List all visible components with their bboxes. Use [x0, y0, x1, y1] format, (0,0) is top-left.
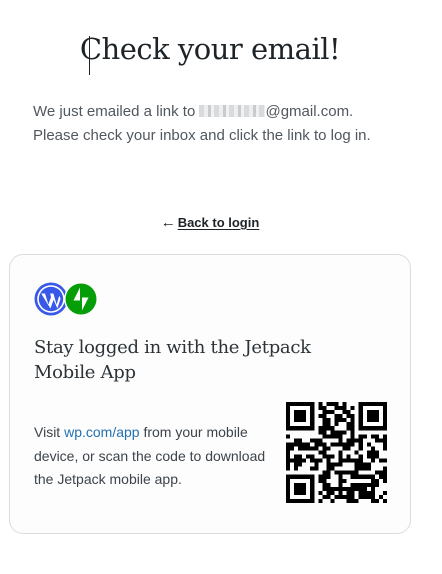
page-title: Check your email!	[79, 32, 341, 66]
qr-code-icon	[286, 402, 387, 503]
message-email-suffix: @gmail.com.	[265, 103, 354, 120]
jetpack-logo-icon	[64, 282, 98, 316]
jetpack-app-card: Stay logged in with the Jetpack Mobile A…	[9, 254, 411, 534]
message-prefix: We just emailed a link to	[33, 103, 196, 120]
desc-prefix: Visit	[34, 424, 61, 440]
app-card-description: Visit wp.com/app from your mobile device…	[34, 421, 274, 492]
app-card-title: Stay logged in with the Jetpack Mobile A…	[34, 337, 311, 383]
arrow-left-icon: ←	[160, 214, 176, 231]
back-to-login-label: Back to login	[177, 215, 260, 230]
email-sent-message: We just emailed a link to @gmail.com. Pl…	[33, 100, 383, 148]
wp-app-link[interactable]: wp.com/app	[64, 424, 139, 440]
message-instructions: Please check your inbox and click the li…	[33, 127, 371, 144]
text-caret	[89, 36, 90, 75]
redacted-email-username	[199, 105, 266, 117]
back-to-login-link[interactable]: ← Back to login	[0, 214, 420, 231]
wordpress-logo-icon	[34, 282, 68, 316]
